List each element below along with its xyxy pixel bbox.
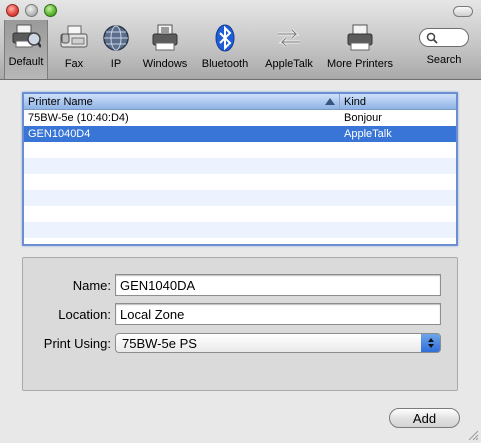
cell-printer-name: 75BW-5e (10:40:D4) [28, 112, 129, 124]
window-controls [6, 4, 57, 17]
toolbar-toggle-button[interactable] [453, 6, 473, 17]
printer-details-box: Name: Location: Print Using: 75BW-5e PS [22, 257, 458, 391]
column-header-printer-name[interactable]: Printer Name [24, 94, 340, 109]
toolbar-item-more-printers[interactable]: More Printers [324, 22, 396, 78]
print-using-label: Print Using: [43, 335, 111, 351]
printer-list-table[interactable]: Printer Name Kind 75BW-5e (10:40:D4) Bon… [22, 92, 458, 246]
table-row-selected[interactable]: GEN1040D4 AppleTalk [24, 126, 456, 142]
search-icon [426, 32, 438, 44]
windows-printer-icon [149, 22, 181, 54]
cell-kind: Bonjour [344, 112, 382, 124]
toolbar-item-search[interactable]: Search [418, 22, 470, 78]
sort-ascending-icon [325, 98, 335, 105]
column-label: Kind [344, 95, 367, 108]
add-printer-window: Default Fax IP Windows Bluetooth AppleTa… [0, 0, 481, 443]
toolbar-label: IP [110, 58, 122, 70]
location-row: Location: [23, 303, 441, 325]
toolbar-item-appletalk[interactable]: AppleTalk [262, 22, 316, 78]
resize-grip-icon[interactable] [468, 430, 479, 441]
table-row-empty [24, 190, 456, 206]
table-row-empty [24, 174, 456, 190]
toolbar-label: Fax [64, 58, 84, 70]
table-header: Printer Name Kind [24, 94, 456, 110]
more-printers-icon [344, 22, 376, 54]
location-field[interactable] [115, 303, 441, 325]
toolbar-item-default[interactable]: Default [4, 20, 48, 79]
table-row[interactable]: 75BW-5e (10:40:D4) Bonjour [24, 110, 456, 126]
table-row-empty [24, 158, 456, 174]
toolbar-label: AppleTalk [265, 58, 313, 70]
table-row-empty [24, 222, 456, 238]
cell-kind: AppleTalk [344, 128, 392, 140]
toolbar-label: Search [426, 54, 462, 66]
name-field[interactable] [115, 274, 441, 296]
search-input[interactable] [419, 28, 469, 47]
toolbar-item-fax[interactable]: Fax [58, 22, 90, 78]
fax-icon [58, 22, 90, 54]
cell-printer-name: GEN1040D4 [28, 128, 91, 140]
updown-arrows-icon [421, 334, 440, 352]
zoom-button[interactable] [44, 4, 57, 17]
table-row-empty [24, 142, 456, 158]
default-printer-icon [10, 20, 42, 52]
column-label: Printer Name [28, 95, 93, 108]
toolbar-item-ip[interactable]: IP [100, 22, 132, 78]
bluetooth-icon [209, 22, 241, 54]
toolbar-label: Windows [142, 58, 188, 70]
toolbar-label: Bluetooth [201, 58, 249, 70]
minimize-button[interactable] [25, 4, 38, 17]
toolbar-label: More Printers [326, 58, 394, 70]
add-button[interactable]: Add [389, 408, 460, 428]
globe-icon [100, 22, 132, 54]
name-row: Name: [23, 274, 441, 296]
print-using-value: 75BW-5e PS [122, 335, 197, 351]
print-using-select[interactable]: 75BW-5e PS [115, 333, 441, 353]
print-using-row: Print Using: 75BW-5e PS [23, 333, 441, 353]
column-header-kind[interactable]: Kind [340, 94, 456, 109]
toolbar-label: Default [8, 56, 44, 68]
location-label: Location: [58, 306, 111, 322]
close-button[interactable] [6, 4, 19, 17]
toolbar-item-windows[interactable]: Windows [142, 22, 188, 78]
appletalk-icon [273, 22, 305, 54]
table-body: 75BW-5e (10:40:D4) Bonjour GEN1040D4 App… [24, 110, 456, 238]
toolbar: Default Fax IP Windows Bluetooth AppleTa… [0, 0, 481, 80]
name-label: Name: [72, 277, 111, 293]
toolbar-item-bluetooth[interactable]: Bluetooth [198, 22, 252, 78]
table-row-empty [24, 206, 456, 222]
